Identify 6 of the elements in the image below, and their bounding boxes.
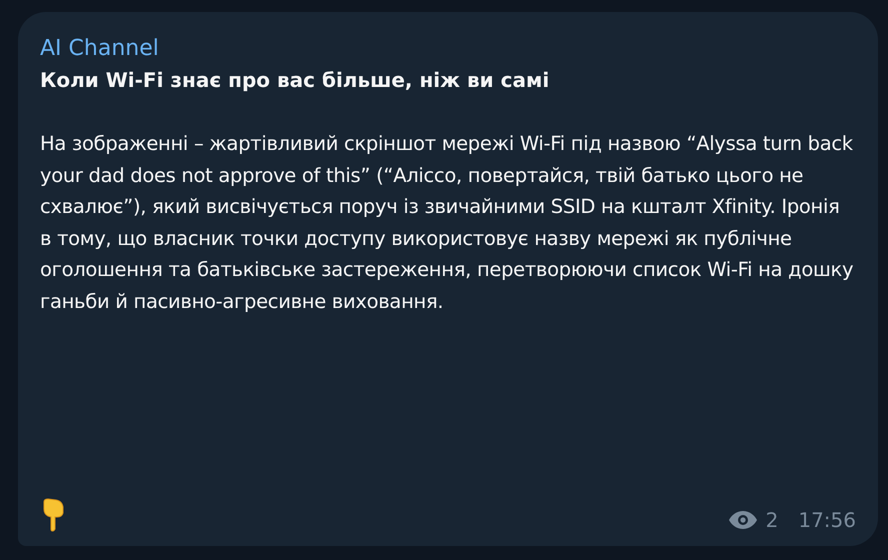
message-text: На зображенні – жартівливий скріншот мережі Wi-Fi під назвою “Alyssa turn back your dad does not approve of this” (“Алісcо, повертайся, твій батько цього не схвалює”), який висвічується поруч із звичайними SSID на кшталт Xfinity. Іронія в тому, що власник точки доступу використовує назву мережі як публічне оголошення та батьківське застереження, перетворюючи список Wi-Fi на дошку ганьби й пасивно-агресивне виховання.	[40, 131, 854, 314]
channel-name[interactable]: AI Channel	[40, 34, 856, 64]
eye-icon	[728, 510, 758, 530]
message-time: 17:56	[798, 508, 856, 532]
message-headline: Коли Wi-Fi знає про вас більше, ніж ви самі	[40, 67, 550, 94]
view-count: 2	[766, 508, 778, 532]
